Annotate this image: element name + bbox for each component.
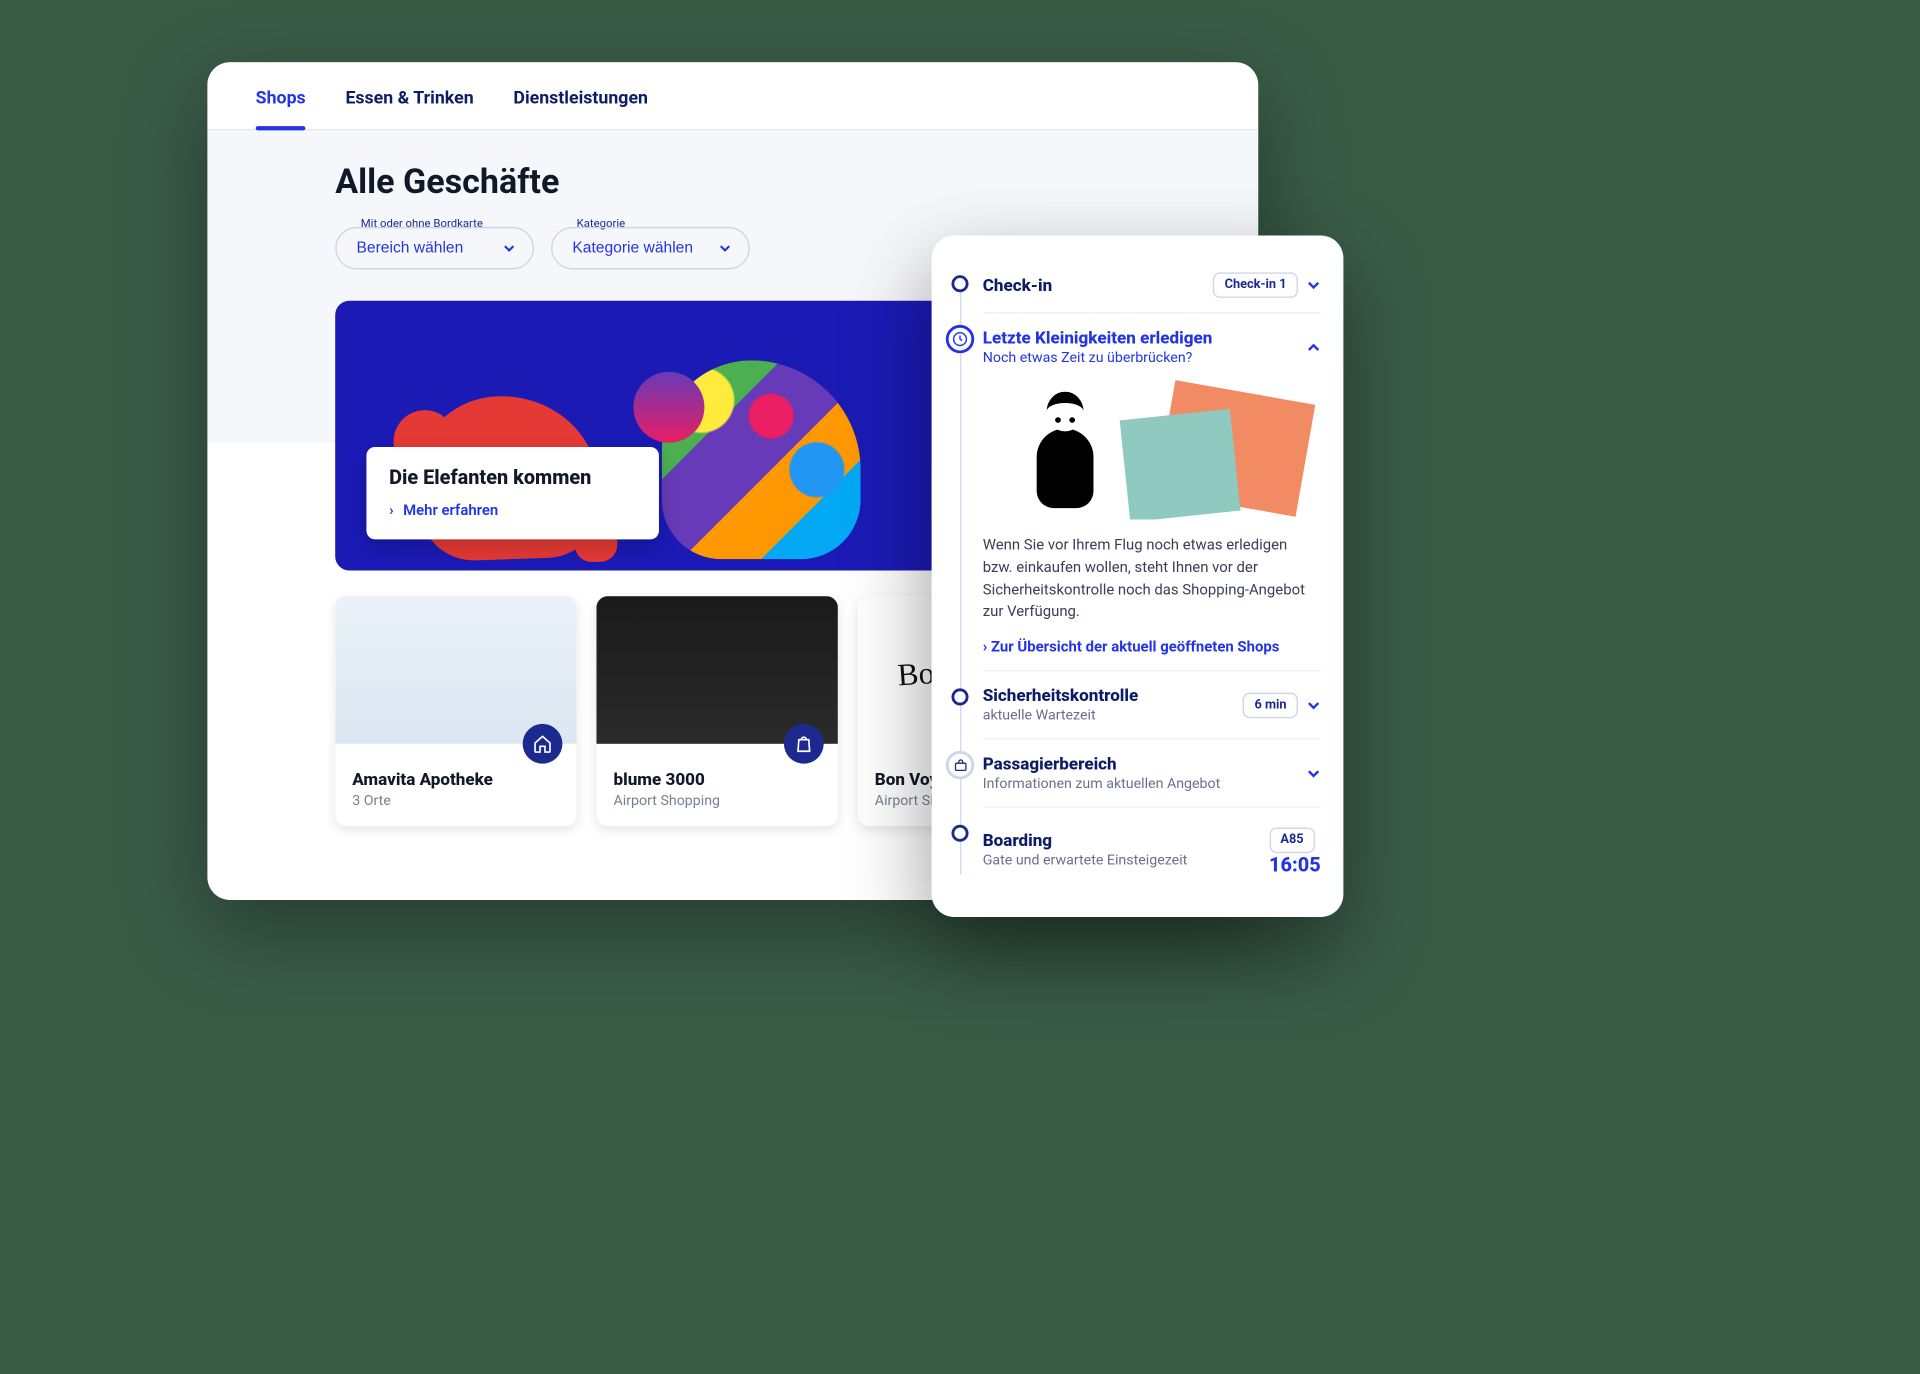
step-subtitle: Gate und erwartete Einsteigezeit <box>983 853 1188 869</box>
timeline-dot-icon <box>951 275 968 292</box>
chevron-down-icon <box>503 242 516 255</box>
filter-bereich-select[interactable]: Bereich wählen <box>335 227 534 270</box>
step-body-text: Wenn Sie vor Ihrem Flug noch etwas erled… <box>983 534 1321 623</box>
chevron-right-icon: › <box>389 501 394 519</box>
step-title: Sicherheitskontrolle <box>983 686 1139 706</box>
elephant-colorful-illustration <box>662 360 861 559</box>
shopping-bag-icon <box>784 724 824 764</box>
step-checkin[interactable]: Check-in Check-in 1 <box>983 258 1321 313</box>
step-boarding[interactable]: Boarding Gate und erwartete Einsteigezei… <box>983 808 1321 892</box>
tab-shops[interactable]: Shops <box>256 88 306 129</box>
shop-name: blume 3000 <box>614 769 821 789</box>
chevron-up-icon[interactable] <box>1306 340 1320 354</box>
step-title: Check-in <box>983 275 1052 295</box>
boarding-time: 16:05 <box>1269 855 1321 878</box>
filter-kategorie-select[interactable]: Kategorie wählen <box>551 227 750 270</box>
page-title: Alle Geschäfte <box>335 162 1210 202</box>
journey-timeline: Check-in Check-in 1 Letzte Kleinigkeiten… <box>932 258 1344 891</box>
shop-subtitle: 3 Orte <box>352 794 559 810</box>
step-title: Boarding <box>983 830 1188 850</box>
step-title: Passagierbereich <box>983 754 1221 774</box>
chevron-down-icon <box>719 242 732 255</box>
filter-kategorie: Kategorie Kategorie wählen <box>551 227 750 270</box>
step-title: Letzte Kleinigkeiten erledigen <box>983 328 1213 348</box>
hero-title: Die Elefanten kommen <box>389 467 591 490</box>
chevron-down-icon[interactable] <box>1306 766 1320 780</box>
clock-icon <box>946 325 974 353</box>
filter-bereich: Mit oder ohne Bordkarte Bereich wählen <box>335 227 534 270</box>
shop-image <box>596 596 837 744</box>
hero-more-link[interactable]: › Mehr erfahren <box>389 501 591 519</box>
checkin-chip: Check-in 1 <box>1213 272 1298 298</box>
step-passenger-area[interactable]: Passagierbereich Informationen zum aktue… <box>983 740 1321 808</box>
shopping-illustration <box>983 380 1321 519</box>
waittime-chip: 6 min <box>1243 692 1298 718</box>
step-subtitle: Noch etwas Zeit zu überbrücken? <box>983 350 1213 366</box>
step-subtitle: Informationen zum aktuellen Angebot <box>983 776 1221 792</box>
hero-link-label: Mehr erfahren <box>403 501 498 519</box>
shop-subtitle: Airport Shopping <box>614 794 821 810</box>
filter-kategorie-value: Kategorie wählen <box>572 240 693 257</box>
shop-image <box>335 596 576 744</box>
tab-essen-trinken[interactable]: Essen & Trinken <box>345 88 473 129</box>
timeline-dot-icon <box>951 825 968 842</box>
chevron-down-icon[interactable] <box>1306 698 1320 712</box>
step-security[interactable]: Sicherheitskontrolle aktuelle Wartezeit … <box>983 671 1321 739</box>
open-shops-link[interactable]: › Zur Übersicht der aktuell geöffneten S… <box>983 637 1321 655</box>
tab-dienstleistungen[interactable]: Dienstleistungen <box>513 88 648 129</box>
chevron-down-icon[interactable] <box>1306 278 1320 292</box>
step-shopping: Letzte Kleinigkeiten erledigen Noch etwa… <box>983 314 1321 672</box>
chevron-right-icon: › <box>983 637 988 655</box>
hero-info-card: Die Elefanten kommen › Mehr erfahren <box>366 447 659 539</box>
suitcase-icon <box>946 751 974 779</box>
shop-card-amavita[interactable]: Amavita Apotheke 3 Orte <box>335 596 576 826</box>
shop-card-blume3000[interactable]: blume 3000 Airport Shopping <box>596 596 837 826</box>
filter-bereich-value: Bereich wählen <box>357 240 464 257</box>
step-link-label: Zur Übersicht der aktuell geöffneten Sho… <box>991 637 1279 655</box>
gate-chip: A85 <box>1269 828 1315 854</box>
mobile-timeline-card: Check-in Check-in 1 Letzte Kleinigkeiten… <box>932 235 1344 917</box>
step-subtitle: aktuelle Wartezeit <box>983 708 1139 724</box>
shop-name: Amavita Apotheke <box>352 769 559 789</box>
category-tabs: Shops Essen & Trinken Dienstleistungen <box>207 62 1258 130</box>
home-icon <box>523 724 563 764</box>
timeline-dot-icon <box>951 688 968 705</box>
